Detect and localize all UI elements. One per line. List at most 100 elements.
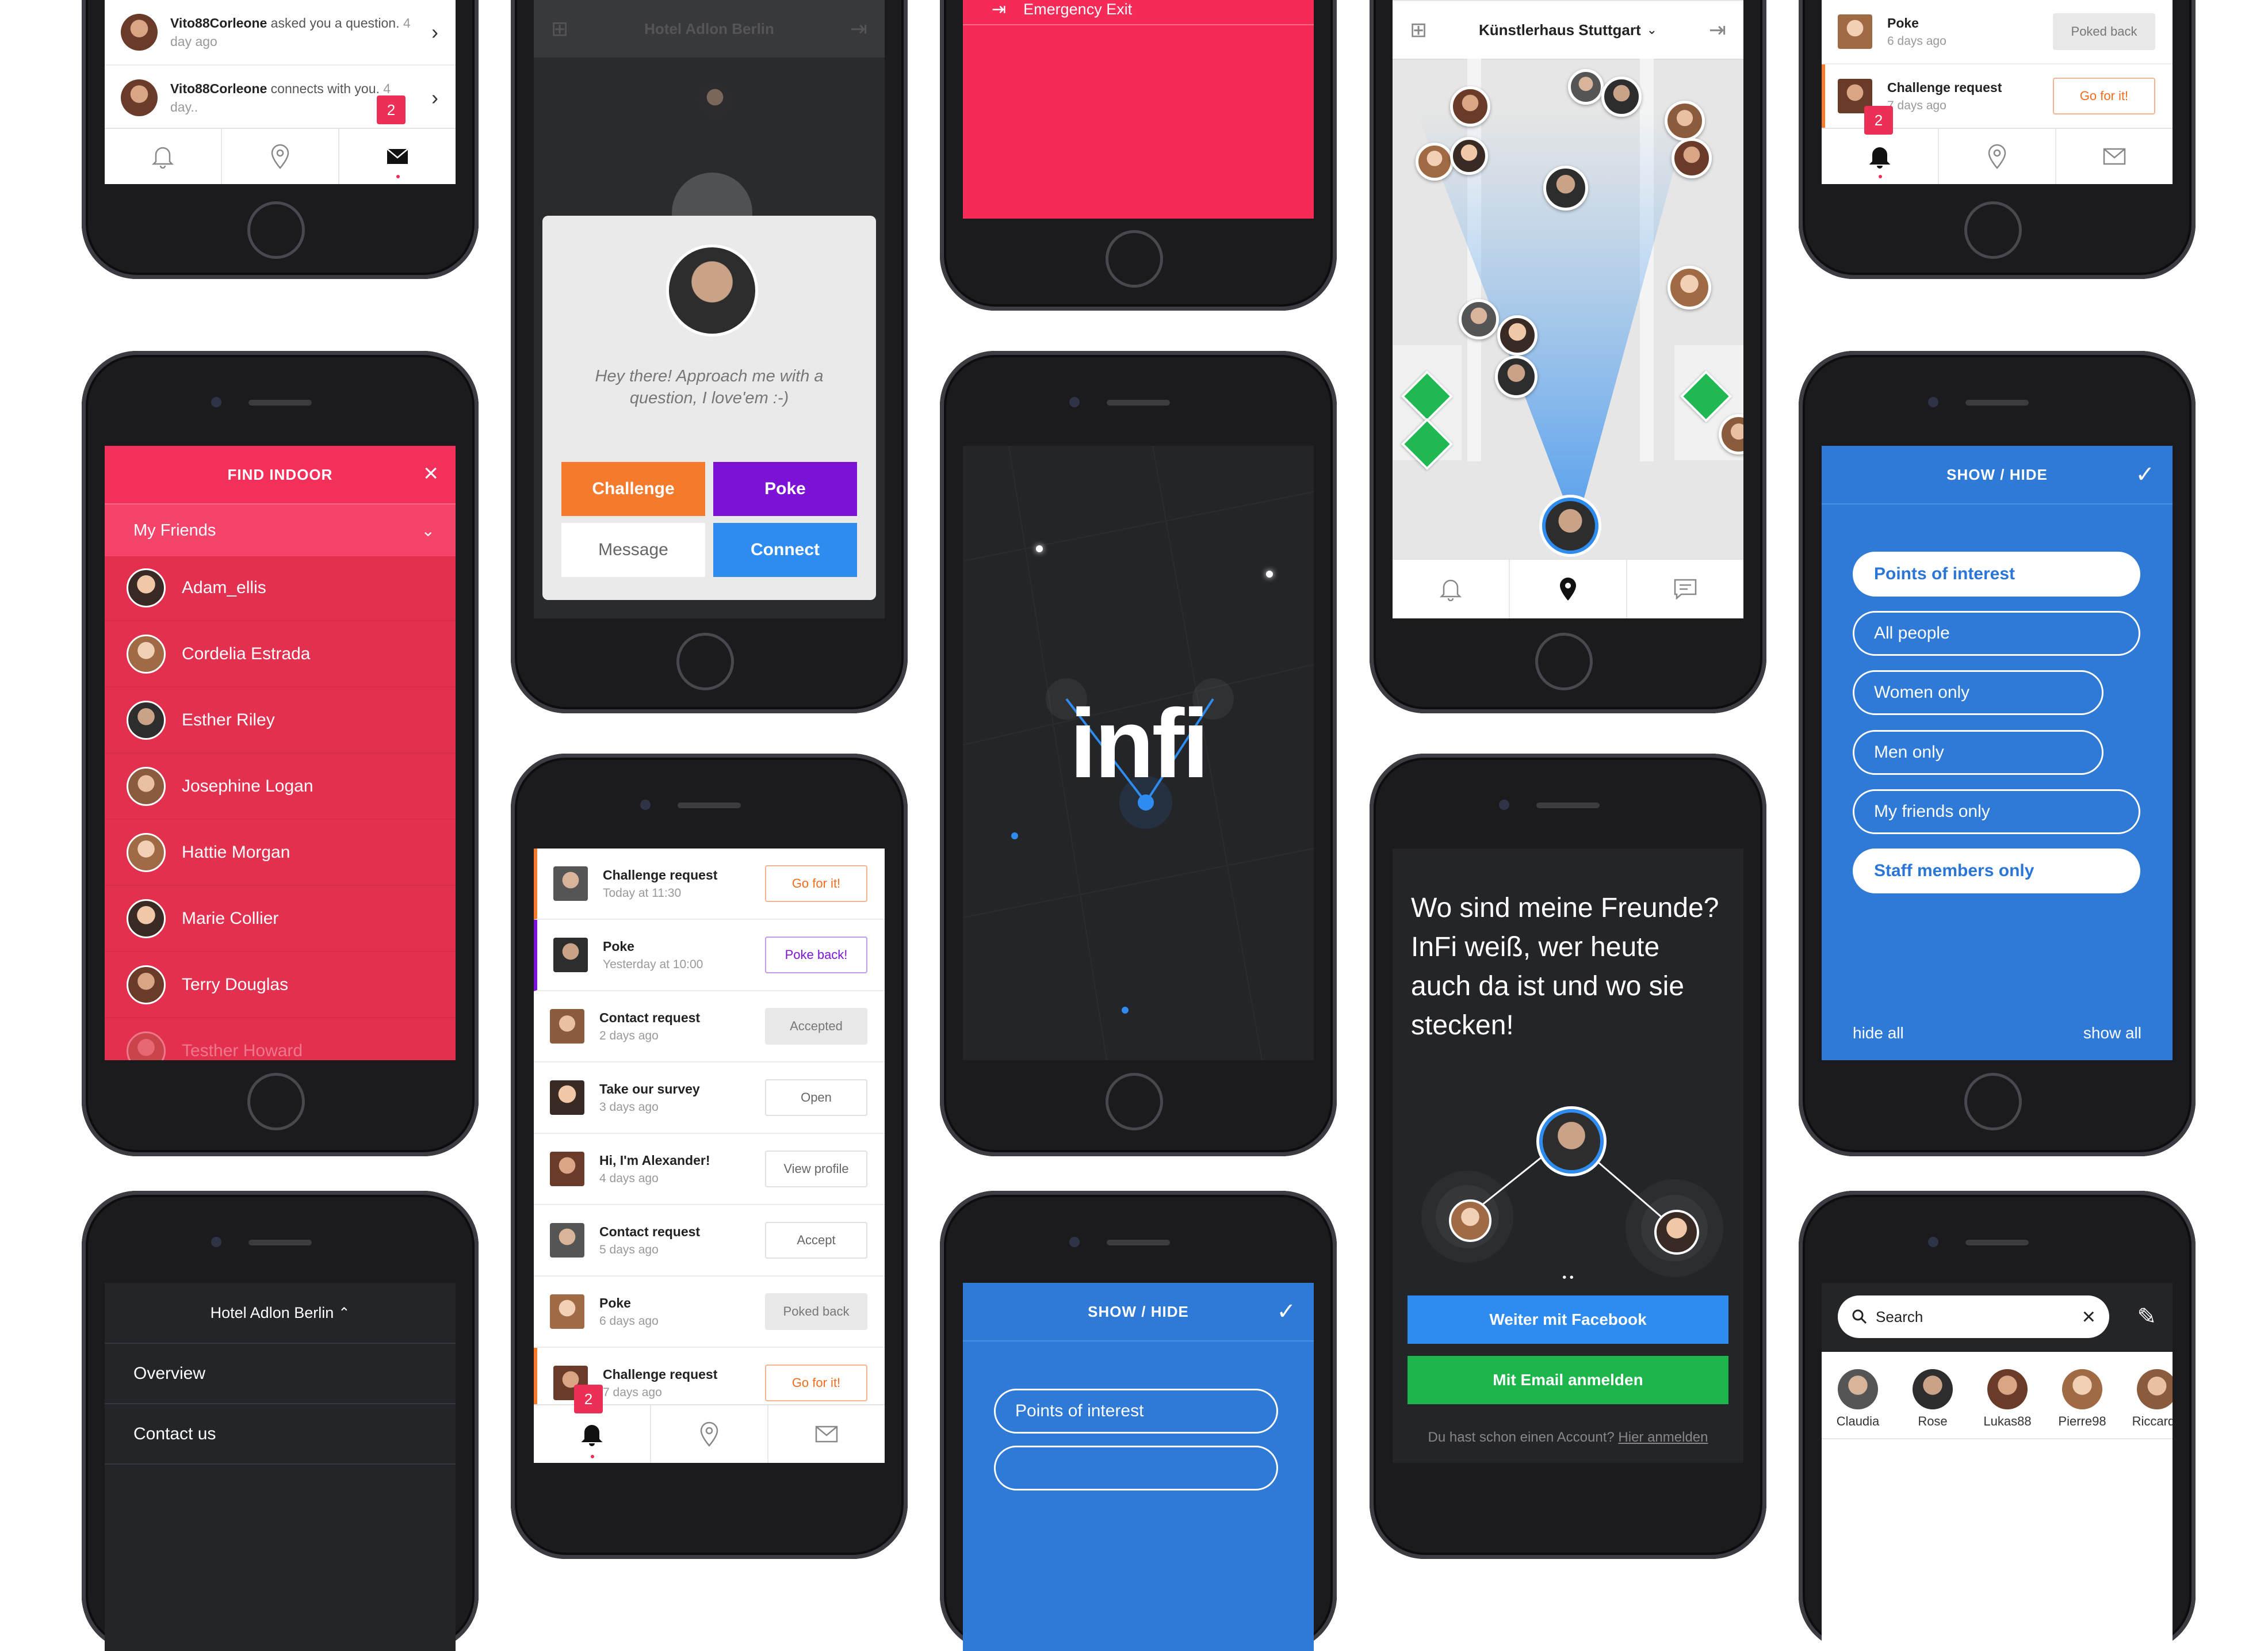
accept-button[interactable]: Accept — [765, 1222, 867, 1259]
home-button[interactable] — [1106, 1073, 1163, 1130]
list-item[interactable]: Contact request 5 days ago Accept — [534, 1205, 885, 1277]
map-person[interactable] — [1672, 138, 1712, 178]
contact-item[interactable]: Pierre98 — [2045, 1365, 2120, 1429]
email-signup-button[interactable]: Mit Email anmelden — [1408, 1356, 1728, 1404]
logout-icon[interactable]: ⇥ — [850, 17, 867, 41]
list-item[interactable]: Hi, I'm Alexander! 4 days ago View profile — [534, 1134, 885, 1205]
list-item[interactable]: Poke 6 days ago Poked back — [534, 1277, 885, 1348]
map-person[interactable] — [1601, 77, 1642, 117]
home-button[interactable] — [1964, 1073, 2022, 1130]
nav-notifications[interactable]: 2 — [534, 1385, 651, 1463]
list-item[interactable]: Cordelia Estrada — [105, 621, 456, 687]
friend-name: Cordelia Estrada — [182, 644, 311, 663]
list-item[interactable]: Esther Riley — [105, 687, 456, 754]
nav-chat[interactable] — [1627, 560, 1743, 618]
list-item[interactable]: Josephine Logan — [105, 754, 456, 820]
avatar — [2062, 1369, 2102, 1409]
nav-notifications[interactable] — [1393, 560, 1510, 618]
login-link[interactable]: Hier anmelden — [1618, 1430, 1708, 1445]
go-for-it-button[interactable]: Go for it! — [765, 1365, 867, 1401]
list-item[interactable]: Hattie Morgan — [105, 820, 456, 886]
search-input[interactable]: Search × — [1838, 1295, 2109, 1338]
map-person[interactable] — [1568, 69, 1604, 105]
message-button[interactable]: Message — [561, 523, 705, 577]
checkmark-icon[interactable]: ✓ — [2135, 461, 2155, 488]
close-icon[interactable]: × — [423, 461, 438, 486]
nav-messages[interactable] — [768, 1405, 885, 1463]
menu-item-overview[interactable]: Overview — [105, 1344, 456, 1404]
map-person[interactable] — [1416, 143, 1454, 181]
nav-messages[interactable]: 2 — [339, 95, 456, 184]
connect-button[interactable]: Connect — [713, 523, 857, 577]
contact-item[interactable]: Riccardo — [2120, 1365, 2173, 1429]
notification-row[interactable]: Vito88Corleone asked you a question. 4 d… — [105, 0, 456, 66]
map-person[interactable] — [1665, 101, 1705, 141]
challenge-button[interactable]: Challenge — [561, 462, 705, 516]
poke-back-button[interactable]: Poke back! — [765, 937, 867, 973]
home-button[interactable] — [1535, 633, 1593, 690]
emergency-exit-row[interactable]: ⇥ Emergency Exit — [963, 0, 1314, 25]
friends-list: Adam_ellis Cordelia Estrada Esther Riley… — [105, 555, 456, 1060]
my-location-avatar[interactable] — [1542, 498, 1598, 554]
map-person[interactable] — [1450, 86, 1490, 127]
list-item[interactable]: Poke 6 days ago Poked back — [1822, 0, 2173, 64]
option-points-of-interest[interactable]: Points of interest — [994, 1389, 1278, 1434]
notification-user: Vito88Corleone — [170, 81, 267, 96]
map-person[interactable] — [1543, 166, 1588, 211]
hide-all-link[interactable]: hide all — [1853, 1024, 1904, 1042]
menu-item-contact[interactable]: Contact us — [105, 1404, 456, 1465]
list-item[interactable]: Take our survey 3 days ago Open — [534, 1063, 885, 1134]
option-men-only[interactable]: Men only — [1853, 730, 2103, 775]
option-my-friends-only[interactable]: My friends only — [1853, 789, 2140, 834]
list-item[interactable]: Adam_ellis — [105, 555, 456, 621]
map-person[interactable] — [1495, 356, 1538, 398]
home-button[interactable] — [1106, 230, 1163, 288]
nav-notifications[interactable] — [105, 129, 222, 184]
option-all-people[interactable]: All people — [1853, 611, 2140, 656]
contact-item[interactable]: Claudia — [1822, 1365, 1895, 1429]
nav-map[interactable] — [651, 1405, 768, 1463]
poke-button[interactable]: Poke — [713, 462, 857, 516]
nav-map[interactable] — [1510, 560, 1627, 618]
nav-messages[interactable] — [2056, 129, 2173, 184]
avatar — [127, 1031, 166, 1060]
option-staff-members-only[interactable]: Staff members only — [1853, 849, 2140, 893]
list-item[interactable]: Contact request 2 days ago Accepted — [534, 991, 885, 1063]
venue-selector[interactable]: Hotel Adlon Berlin ⌃ — [105, 1283, 456, 1344]
view-profile-button[interactable]: View profile — [765, 1151, 867, 1187]
go-for-it-button[interactable]: Go for it! — [765, 865, 867, 902]
clear-icon[interactable]: × — [2082, 1304, 2095, 1330]
item-title: Take our survey — [599, 1081, 700, 1096]
show-all-link[interactable]: show all — [2083, 1024, 2141, 1042]
edit-icon[interactable]: ✎ — [2137, 1304, 2156, 1330]
nav-map[interactable] — [222, 129, 339, 184]
list-item[interactable]: Poke Yesterday at 10:00 Poke back! — [534, 920, 885, 991]
avatar — [121, 79, 158, 116]
map-person[interactable] — [1459, 299, 1499, 339]
option-women-only[interactable]: Women only — [1853, 670, 2103, 715]
option-next[interactable] — [994, 1446, 1278, 1491]
home-button[interactable] — [247, 201, 305, 259]
friends-filter-dropdown[interactable]: My Friends ⌄ — [105, 503, 456, 556]
home-button[interactable] — [1964, 201, 2022, 259]
home-button[interactable] — [676, 633, 734, 690]
list-item[interactable]: Marie Collier — [105, 886, 456, 952]
nav-map[interactable] — [1939, 129, 2056, 184]
list-item[interactable]: Challenge request Today at 11:30 Go for it… — [534, 849, 885, 920]
go-for-it-button[interactable]: Go for it! — [2053, 78, 2155, 114]
contact-item[interactable]: Lukas88 — [1970, 1365, 2045, 1429]
list-item[interactable]: Terry Douglas — [105, 952, 456, 1018]
home-button[interactable] — [247, 1073, 305, 1130]
list-item[interactable]: Testher Howard — [105, 1018, 456, 1060]
open-button[interactable]: Open — [765, 1079, 867, 1116]
map-person[interactable] — [1450, 137, 1488, 175]
contact-item[interactable]: Rose — [1895, 1365, 1970, 1429]
option-points-of-interest[interactable]: Points of interest — [1853, 552, 2140, 597]
checkmark-icon[interactable]: ✓ — [1276, 1298, 1296, 1325]
map-person[interactable] — [1667, 266, 1711, 309]
nav-notifications[interactable]: 2 — [1822, 106, 1939, 184]
grid-icon[interactable]: ⊞ — [551, 17, 568, 41]
contact-name: Claudia — [1836, 1414, 1880, 1428]
map-person[interactable] — [1497, 315, 1538, 356]
facebook-button[interactable]: Weiter mit Facebook — [1408, 1295, 1728, 1344]
